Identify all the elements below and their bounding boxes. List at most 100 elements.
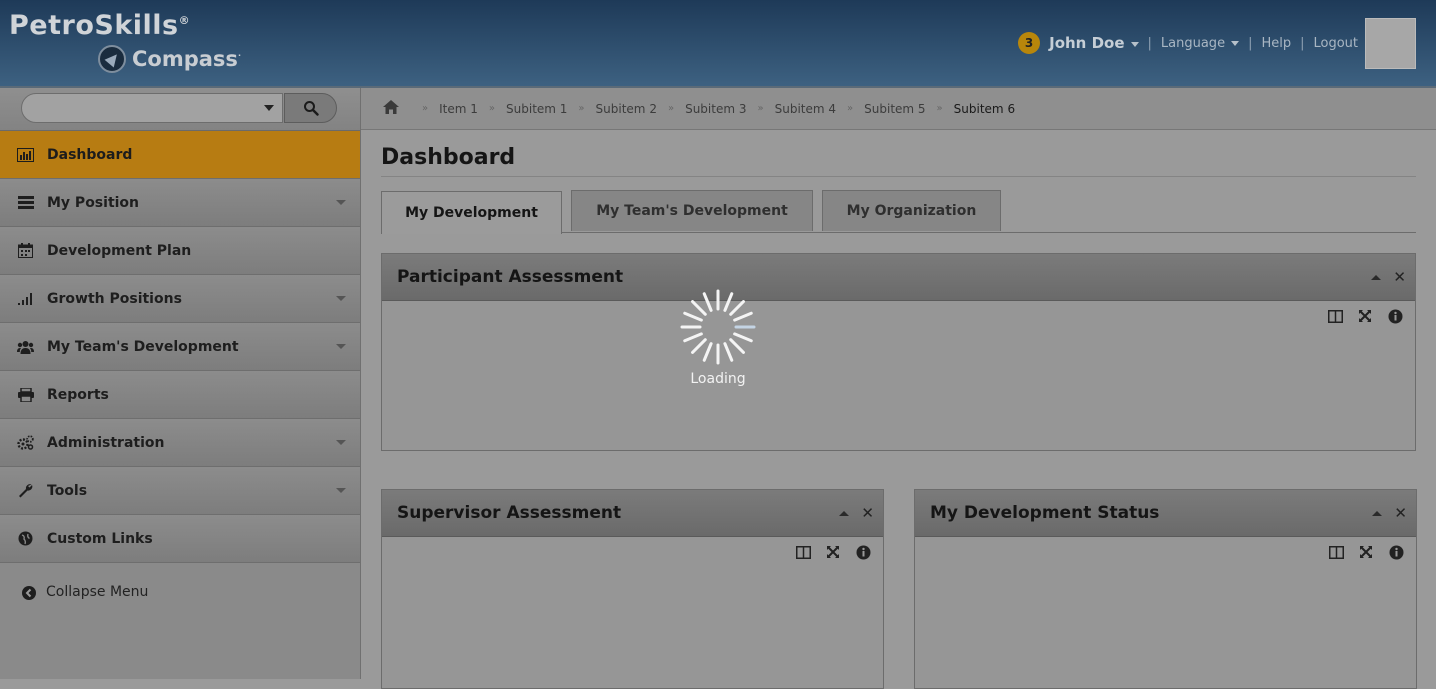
columns-icon[interactable] bbox=[1327, 308, 1343, 324]
panel-header: Participant Assessment ✕ bbox=[382, 254, 1415, 301]
petroskills-logo[interactable]: PetroSkills® bbox=[9, 10, 190, 41]
compass-logo: Compass· bbox=[98, 44, 241, 74]
avatar[interactable] bbox=[1365, 18, 1416, 69]
bar-chart-icon bbox=[17, 147, 34, 162]
user-menu-area: 3 John Doe | Language | Help | Logout bbox=[1018, 32, 1358, 54]
sidebar-search bbox=[0, 88, 360, 131]
panel-title: Participant Assessment bbox=[397, 267, 624, 287]
sidebar-item-dashboard[interactable]: Dashboard bbox=[0, 131, 360, 179]
sidebar-item-administration[interactable]: Administration bbox=[0, 419, 360, 467]
collapse-icon[interactable] bbox=[839, 511, 850, 516]
list-icon bbox=[17, 195, 34, 210]
logout-link[interactable]: Logout bbox=[1313, 36, 1358, 51]
sidebar-item-tools[interactable]: Tools bbox=[0, 467, 360, 515]
app-header: PetroSkills® Compass· 3 John Doe | Langu… bbox=[0, 0, 1436, 88]
wrench-icon bbox=[17, 483, 34, 498]
panel-header: My Development Status ✕ bbox=[915, 490, 1416, 537]
chevron-down-icon bbox=[1231, 40, 1240, 46]
columns-icon[interactable] bbox=[795, 544, 811, 560]
product-name: Compass· bbox=[132, 47, 241, 71]
breadcrumb: » Item 1 » Subitem 1 » Subitem 2 » Subit… bbox=[361, 88, 1436, 130]
expand-icon[interactable] bbox=[825, 544, 841, 560]
sidebar-item-my-teams-development[interactable]: My Team's Development bbox=[0, 323, 360, 371]
breadcrumb-separator: » bbox=[847, 103, 854, 114]
tab-my-organization[interactable]: My Organization bbox=[822, 190, 1001, 231]
tab-my-development[interactable]: My Development bbox=[381, 191, 562, 234]
chevron-down-icon[interactable] bbox=[264, 105, 274, 111]
breadcrumb-item[interactable]: Subitem 5 bbox=[864, 102, 925, 116]
sidebar-item-reports[interactable]: Reports bbox=[0, 371, 360, 419]
close-icon[interactable]: ✕ bbox=[1393, 270, 1406, 285]
breadcrumb-separator: » bbox=[578, 103, 585, 114]
panel-title: Supervisor Assessment bbox=[397, 503, 622, 523]
sidebar-item-label: Growth Positions bbox=[47, 290, 182, 307]
columns-icon[interactable] bbox=[1328, 544, 1344, 560]
notification-badge[interactable]: 3 bbox=[1018, 32, 1041, 54]
home-icon[interactable] bbox=[383, 100, 399, 117]
expand-icon[interactable] bbox=[1357, 308, 1373, 324]
print-icon bbox=[17, 387, 34, 402]
sidebar-item-label: Administration bbox=[47, 434, 165, 451]
sidebar-item-growth-positions[interactable]: Growth Positions bbox=[0, 275, 360, 323]
panel-title: My Development Status bbox=[930, 503, 1160, 523]
language-dropdown[interactable]: Language bbox=[1161, 36, 1240, 51]
breadcrumb-separator: » bbox=[757, 103, 764, 114]
arrow-left-circle-icon bbox=[20, 585, 37, 600]
brand-name: PetroSkills bbox=[9, 10, 179, 41]
chevron-down-icon bbox=[1130, 42, 1139, 47]
panel-toolbar bbox=[1327, 308, 1403, 324]
expand-icon[interactable] bbox=[1358, 544, 1374, 560]
breadcrumb-item[interactable]: Subitem 4 bbox=[775, 102, 836, 116]
breadcrumb-separator: » bbox=[936, 103, 943, 114]
close-icon[interactable]: ✕ bbox=[861, 506, 874, 521]
user-name: John Doe bbox=[1049, 34, 1125, 52]
page-title: Dashboard bbox=[381, 145, 516, 170]
loading-label: Loading bbox=[690, 371, 746, 387]
separator: | bbox=[1147, 35, 1152, 51]
chevron-down-icon bbox=[336, 488, 346, 493]
panel-controls: ✕ bbox=[839, 506, 874, 521]
close-icon[interactable]: ✕ bbox=[1394, 506, 1407, 521]
calendar-icon bbox=[17, 243, 34, 258]
collapse-menu-button[interactable]: Collapse Menu bbox=[0, 563, 360, 621]
help-link[interactable]: Help bbox=[1261, 36, 1291, 51]
breadcrumb-separator: » bbox=[667, 103, 675, 114]
breadcrumb-item[interactable]: Item 1 bbox=[439, 102, 478, 116]
users-icon bbox=[17, 339, 34, 354]
user-dropdown[interactable]: John Doe bbox=[1049, 34, 1139, 52]
sidebar-item-label: My Team's Development bbox=[47, 338, 239, 355]
breadcrumb-current: Subitem 6 bbox=[953, 101, 1016, 116]
collapse-menu-label: Collapse Menu bbox=[46, 584, 149, 600]
compass-icon bbox=[98, 45, 126, 73]
sidebar-item-development-plan[interactable]: Development Plan bbox=[0, 227, 360, 275]
panel-controls: ✕ bbox=[1372, 506, 1407, 521]
panel-header: Supervisor Assessment ✕ bbox=[382, 490, 883, 537]
breadcrumb-item[interactable]: Subitem 1 bbox=[506, 102, 567, 116]
collapse-icon[interactable] bbox=[1371, 275, 1382, 280]
divider bbox=[381, 176, 1416, 177]
sidebar-item-label: Custom Links bbox=[47, 530, 153, 547]
sidebar-item-my-position[interactable]: My Position bbox=[0, 179, 360, 227]
collapse-icon[interactable] bbox=[1372, 511, 1383, 516]
brand-mark: ® bbox=[178, 14, 191, 27]
info-icon[interactable] bbox=[1387, 308, 1403, 324]
search-button[interactable] bbox=[284, 93, 337, 123]
search-input[interactable] bbox=[21, 93, 283, 123]
sidebar-item-label: Dashboard bbox=[47, 146, 133, 163]
info-icon[interactable] bbox=[1388, 544, 1404, 560]
separator: | bbox=[1248, 35, 1253, 51]
breadcrumb-item[interactable]: Subitem 2 bbox=[596, 102, 657, 116]
breadcrumb-item[interactable]: Subitem 3 bbox=[685, 102, 746, 116]
panel-toolbar bbox=[795, 544, 871, 560]
sidebar-item-custom-links[interactable]: Custom Links bbox=[0, 515, 360, 563]
participant-assessment-panel: Participant Assessment ✕ bbox=[381, 253, 1416, 451]
info-icon[interactable] bbox=[855, 544, 871, 560]
chevron-down-icon bbox=[336, 440, 346, 445]
sidebar-item-label: Reports bbox=[47, 386, 109, 403]
supervisor-assessment-panel: Supervisor Assessment ✕ bbox=[381, 489, 884, 689]
tab-my-teams-development[interactable]: My Team's Development bbox=[571, 190, 813, 231]
sidebar-item-label: My Position bbox=[47, 194, 140, 211]
development-status-panel: My Development Status ✕ bbox=[914, 489, 1417, 689]
sidebar-item-label: Tools bbox=[47, 482, 88, 499]
sidebar-item-label: Development Plan bbox=[47, 242, 192, 259]
